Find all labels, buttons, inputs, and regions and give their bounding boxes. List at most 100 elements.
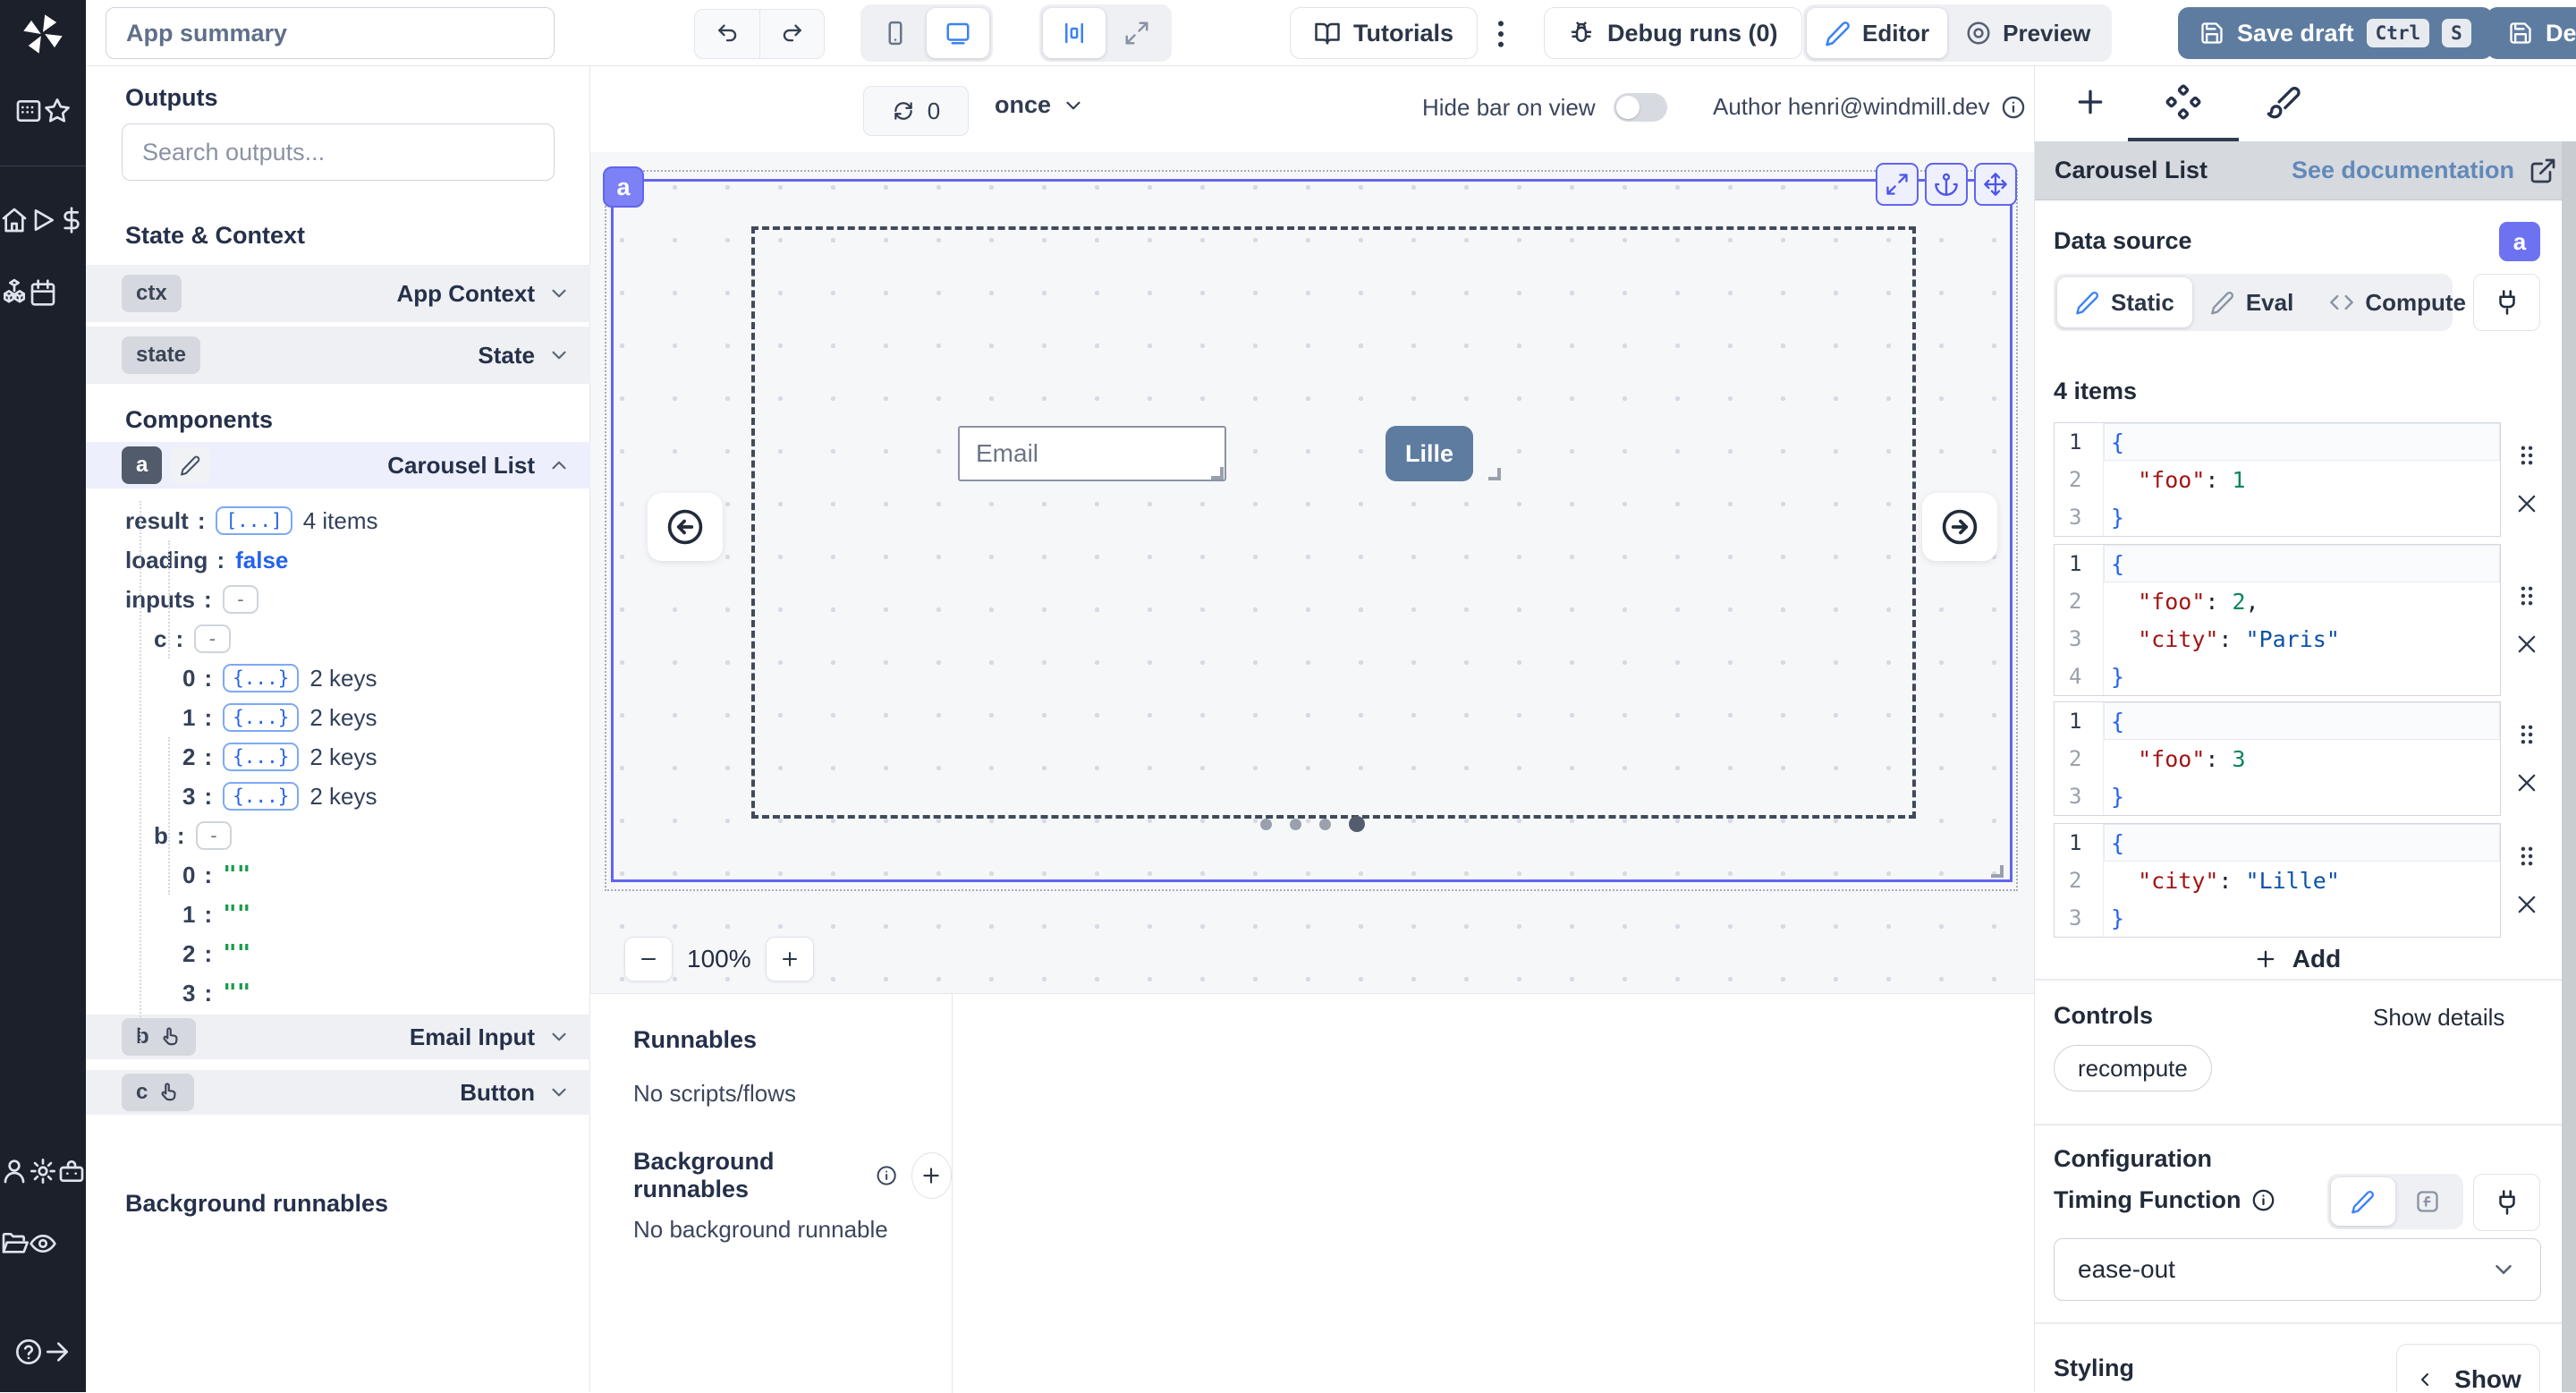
component-row-a[interactable]: a Carousel List: [86, 442, 590, 488]
tree-row-3[interactable]: 3:{...}2 keys: [182, 777, 377, 816]
tree-row-2[interactable]: 2:{...}2 keys: [182, 737, 377, 777]
line-code[interactable]: }: [2103, 498, 2500, 536]
panel-scrollbar[interactable]: [2562, 141, 2576, 1392]
timing-static-button[interactable]: [2331, 1177, 2395, 1226]
rename-component-button[interactable]: [171, 447, 210, 483]
expand-chip[interactable]: -: [223, 585, 259, 614]
line-code[interactable]: "foo": 3: [2103, 740, 2500, 777]
deploy-button[interactable]: Deploy: [2487, 7, 2576, 59]
app-canvas[interactable]: Email Lille a 100%: [590, 152, 2034, 993]
tutorials-button[interactable]: Tutorials: [1290, 7, 1478, 59]
line-code[interactable]: {: [2103, 824, 2500, 862]
more-menu-icon[interactable]: [1483, 16, 1519, 52]
resize-handle[interactable]: [1211, 467, 1224, 480]
item-editor-4[interactable]: 1 {2 "city": "Lille"3 }: [2054, 823, 2501, 938]
line-code[interactable]: }: [2103, 899, 2500, 937]
component-row-c[interactable]: c Button: [86, 1070, 590, 1115]
delete-item-icon[interactable]: [2514, 770, 2539, 795]
carousel-dot-2[interactable]: [1319, 819, 1331, 830]
styling-tab[interactable]: [2266, 84, 2301, 120]
timing-function-select[interactable]: ease-out: [2054, 1238, 2541, 1301]
resize-handle[interactable]: [1488, 468, 1501, 480]
info-icon[interactable]: [876, 1163, 897, 1188]
add-item-button[interactable]: Add: [2054, 945, 2540, 973]
state-row-state[interactable]: state State: [86, 327, 590, 384]
expand-component-button[interactable]: [1876, 163, 1919, 206]
tree-row-0[interactable]: 0:"": [182, 855, 250, 895]
undo-button[interactable]: [695, 10, 759, 58]
tree-row-c[interactable]: c:-: [154, 619, 231, 658]
mode-compute-button[interactable]: Compute: [2311, 277, 2484, 327]
line-code[interactable]: }: [2103, 658, 2500, 695]
expand-chip[interactable]: {...}: [223, 743, 299, 771]
info-icon[interactable]: [2251, 1188, 2275, 1212]
carousel-dot-1[interactable]: [1290, 819, 1301, 830]
anchor-component-button[interactable]: [1925, 163, 1968, 206]
recompute-button[interactable]: recompute: [2054, 1045, 2212, 1091]
component-resize-handle[interactable]: [1991, 865, 2004, 878]
arrow-right-icon[interactable]: [43, 1338, 72, 1366]
expand-chip[interactable]: {...}: [223, 782, 299, 811]
insert-component-tab[interactable]: [2072, 84, 2108, 120]
canvas-lille-button[interactable]: Lille: [1385, 426, 1473, 481]
save-draft-button[interactable]: Save draft Ctrl S: [2178, 7, 2493, 59]
carousel-next-button[interactable]: [1922, 493, 1997, 561]
user-icon[interactable]: [0, 1157, 29, 1185]
drag-handle-icon[interactable]: [2514, 844, 2539, 869]
help-icon[interactable]: [14, 1338, 43, 1366]
tree-row-0[interactable]: 0:{...}2 keys: [182, 658, 377, 698]
line-code[interactable]: {: [2103, 702, 2500, 740]
move-component-button[interactable]: [1974, 163, 2017, 206]
gear-icon[interactable]: [29, 1157, 57, 1185]
mode-static-button[interactable]: Static: [2057, 277, 2192, 327]
info-icon[interactable]: [2001, 95, 2026, 120]
preview-tab[interactable]: Preview: [1947, 8, 2108, 58]
line-code[interactable]: "foo": 2,: [2103, 582, 2500, 620]
delete-item-icon[interactable]: [2514, 892, 2539, 917]
drag-handle-icon[interactable]: [2514, 722, 2539, 747]
line-code[interactable]: "city": "Lille": [2103, 862, 2500, 899]
delete-item-icon[interactable]: [2514, 491, 2539, 516]
mode-eval-button[interactable]: Eval: [2192, 277, 2312, 327]
search-outputs-input[interactable]: [122, 123, 555, 181]
component-badge-a[interactable]: a: [122, 446, 162, 484]
refresh-button[interactable]: 0: [863, 86, 969, 136]
dollar-icon[interactable]: [57, 206, 86, 234]
component-badge-c[interactable]: c: [122, 1074, 194, 1111]
item-editor-1[interactable]: 1 {2 "foo": 13 }: [2054, 422, 2501, 537]
toolbox-icon[interactable]: [57, 1157, 86, 1185]
hide-bar-toggle[interactable]: [1614, 93, 1667, 122]
tree-row-loading[interactable]: loading:false: [125, 540, 288, 580]
boxes-icon[interactable]: [0, 278, 29, 307]
timing-eval-button[interactable]: [2395, 1177, 2460, 1226]
expand-chip[interactable]: [...]: [216, 506, 292, 535]
schedule-dropdown[interactable]: once: [995, 91, 1085, 119]
tree-row-1[interactable]: 1:"": [182, 895, 250, 934]
carousel-dot-3[interactable]: [1349, 816, 1365, 832]
windmill-logo-icon[interactable]: [20, 11, 66, 57]
editor-tab[interactable]: Editor: [1807, 8, 1947, 58]
star-icon[interactable]: [43, 97, 72, 125]
canvas-email-input[interactable]: Email: [958, 426, 1226, 481]
desktop-view-button[interactable]: [927, 8, 989, 58]
line-code[interactable]: }: [2103, 777, 2500, 815]
line-code[interactable]: "city": "Paris": [2103, 620, 2500, 658]
component-settings-tab[interactable]: [2165, 84, 2201, 120]
folder-icon[interactable]: [0, 1229, 29, 1258]
carousel-prev-button[interactable]: [648, 493, 723, 561]
zoom-in-button[interactable]: [766, 937, 814, 981]
add-background-runnable-button[interactable]: [911, 1152, 952, 1199]
redo-button[interactable]: [759, 10, 824, 58]
carousel-dots[interactable]: [590, 816, 2034, 832]
see-documentation-link[interactable]: See documentation: [2292, 157, 2514, 184]
debug-runs-button[interactable]: Debug runs (0): [1544, 7, 1802, 59]
drag-handle-icon[interactable]: [2514, 443, 2539, 468]
state-row-ctx[interactable]: ctx App Context: [86, 265, 590, 322]
tree-row-result[interactable]: result:[...]4 items: [125, 501, 378, 540]
line-code[interactable]: "foo": 1: [2103, 461, 2500, 498]
center-layout-button[interactable]: [1043, 8, 1106, 58]
app-summary-input[interactable]: App summary: [106, 7, 555, 59]
line-code[interactable]: {: [2103, 423, 2500, 461]
carousel-drop-zone[interactable]: [751, 226, 1916, 819]
zoom-out-button[interactable]: [624, 937, 673, 981]
